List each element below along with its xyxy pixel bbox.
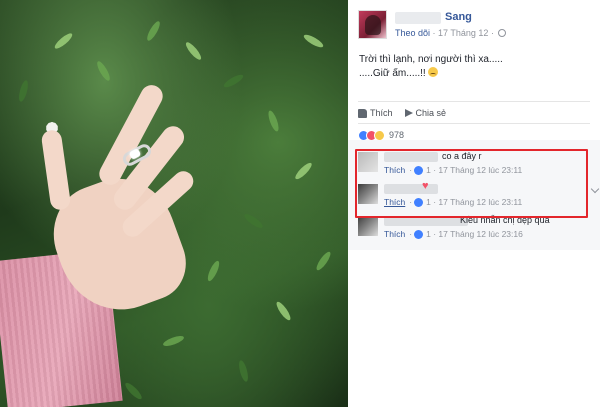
blurred-author-name: [395, 12, 441, 24]
commenter-avatar[interactable]: [358, 184, 378, 204]
comment-item: Kiều nhẫn chị đẹp quá Thích · 1 · 17 Thá…: [358, 214, 590, 242]
comment-like-button[interactable]: Thích: [384, 197, 405, 207]
meta-separator: ·: [430, 197, 439, 207]
caption-line-2: .....Giữ ấm.....!!: [359, 67, 589, 81]
comment-timestamp[interactable]: 17 Tháng 12 lúc 23:16: [438, 229, 522, 239]
post-caption: Trời thì lạnh, nơi người thì xa..... ...…: [359, 53, 589, 81]
post-photo[interactable]: [0, 0, 348, 407]
blurred-commenter-name: [384, 184, 438, 194]
comments-section: co a đây r Thích · 1 · 17 Tháng 12 lúc 2…: [348, 140, 600, 250]
post-meta: Theo dõi · 17 Tháng 12 ·: [395, 28, 507, 38]
comment-timestamp[interactable]: 17 Tháng 12 lúc 23:11: [438, 197, 522, 207]
divider: [358, 123, 590, 124]
meta-separator: ·: [430, 229, 439, 239]
meta-separator: ·: [490, 28, 497, 38]
post-header: Sang Theo dõi · 17 Tháng 12 ·: [358, 10, 593, 40]
blurred-commenter-name: [384, 152, 438, 162]
like-button-label: Thích: [370, 108, 393, 118]
share-button-label: Chia sẻ: [415, 108, 447, 118]
share-button[interactable]: Chia sẻ: [404, 108, 447, 118]
share-icon: [404, 109, 413, 117]
blurred-commenter-name: [384, 216, 468, 226]
author-name-link[interactable]: Sang: [445, 11, 472, 23]
post-actions: Thích Chia sẻ: [358, 106, 458, 120]
heart-icon: ♥: [422, 180, 429, 192]
commenter-avatar[interactable]: [358, 216, 378, 236]
like-button[interactable]: Thích: [358, 108, 393, 118]
post-side-panel: Sang Theo dõi · 17 Tháng 12 · Trời thì l…: [348, 0, 600, 407]
meta-separator: ·: [409, 229, 413, 239]
photo-viewer: Sang Theo dõi · 17 Tháng 12 · Trời thì l…: [0, 0, 600, 407]
comment-text: co a đây r: [442, 151, 482, 161]
caption-line-2-text: .....Giữ ấm.....!!: [359, 68, 426, 79]
like-count-icon: [414, 165, 424, 175]
comment-meta: Thích · 1 · 17 Tháng 12 lúc 23:11: [384, 165, 522, 175]
wow-reaction-icon: [374, 129, 385, 141]
comment-text: Kiều nhẫn chị đẹp quá: [460, 215, 550, 225]
comment-item: ♥ Thích · 1 · 17 Tháng 12 lúc 23:11: [358, 180, 590, 210]
commenter-avatar[interactable]: [358, 152, 378, 172]
meta-separator: ·: [409, 197, 413, 207]
chevron-down-icon[interactable]: [590, 184, 600, 194]
comment-like-button[interactable]: Thích: [384, 229, 405, 239]
comment-item: co a đây r Thích · 1 · 17 Tháng 12 lúc 2…: [358, 150, 590, 178]
like-count-icon: [414, 197, 424, 207]
divider: [358, 101, 590, 102]
sad-emoji-icon: [427, 67, 438, 77]
comment-timestamp[interactable]: 17 Tháng 12 lúc 23:11: [438, 165, 522, 175]
meta-separator: ·: [409, 165, 413, 175]
like-count-icon: [414, 229, 424, 239]
comment-meta: Thích · 1 · 17 Tháng 12 lúc 23:11: [384, 197, 522, 207]
reaction-count: 978: [389, 130, 405, 140]
thumb: [40, 128, 72, 212]
caption-line-1: Trời thì lạnh, nơi người thì xa.....: [359, 54, 503, 65]
hand-with-ring: [30, 70, 230, 327]
comment-like-button[interactable]: Thích: [384, 165, 405, 175]
comment-meta: Thích · 1 · 17 Tháng 12 lúc 23:16: [384, 229, 523, 239]
like-icon: [358, 108, 367, 118]
follow-link[interactable]: Theo dõi: [395, 28, 430, 38]
author-avatar[interactable]: [358, 10, 387, 39]
meta-separator: ·: [430, 165, 439, 175]
post-date[interactable]: 17 Tháng 12: [438, 28, 488, 38]
globe-icon: [498, 29, 507, 37]
